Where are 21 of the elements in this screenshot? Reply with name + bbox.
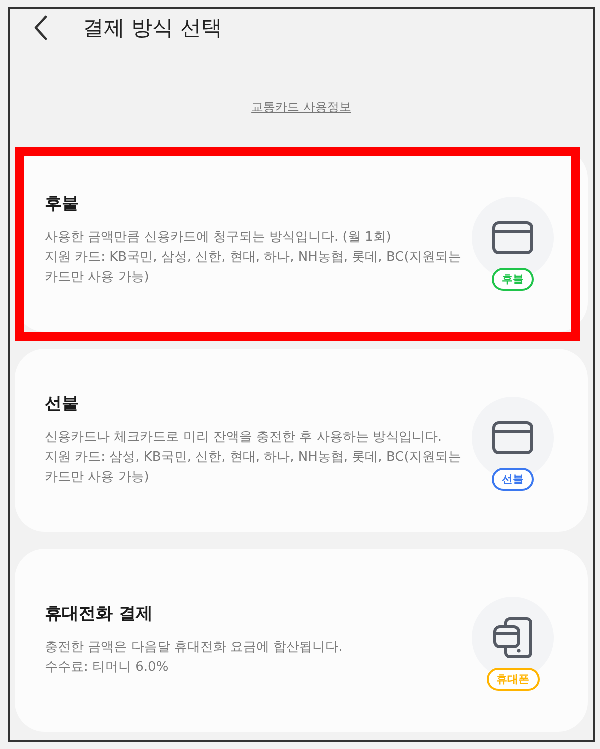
- phone-with-card-icon: [493, 616, 533, 658]
- back-icon: [34, 15, 48, 41]
- option-description: 사용한 금액만큼 신용카드에 청구되는 방식입니다. (월 1회): [45, 229, 392, 247]
- option-description: 지원 카드: KB국민, 삼성, 신한, 현대, 하나, NH농협, 롯데, BC(지원되는 카드만 사용 가능): [45, 249, 462, 287]
- option-title: 선불: [45, 393, 80, 415]
- option-description: 지원 카드: 삼성, KB국민, 신한, 현대, 하나, NH농협, 롯데, BC(지원되는 카드만 사용 가능): [45, 449, 462, 487]
- page-title: 결제 방식 선택: [83, 15, 222, 42]
- option-title: 휴대전화 결제: [45, 603, 154, 625]
- option-description: 충전한 금액은 다음달 휴대전화 요금에 합산됩니다.: [45, 639, 344, 657]
- option-description: 수수료: 티머니 6.0%: [45, 659, 170, 677]
- credit-card-icon: [492, 420, 534, 454]
- transit-card-info-link[interactable]: 교통카드 사용정보: [252, 99, 352, 115]
- option-title: 후불: [45, 193, 80, 215]
- credit-card-icon: [492, 220, 534, 254]
- option-badge: 후불: [492, 268, 534, 290]
- back-button[interactable]: [33, 14, 49, 42]
- option-badge: 휴대폰: [486, 668, 540, 690]
- option-badge: 선불: [492, 468, 534, 490]
- option-description: 신용카드나 체크카드로 미리 잔액을 충전한 후 사용하는 방식입니다.: [45, 429, 444, 447]
- payment-option-card[interactable]: 선불 신용카드나 체크카드로 미리 잔액을 충전한 후 사용하는 방식입니다. 지원 카드: 삼성, KB국민, 신한, 현대, 하나, NH농협, 롯데, BC(지원되는 카드만 사용 가능) 선불: [15, 349, 588, 532]
- payment-option-card[interactable]: 휴대전화 결제 충전한 금액은 다음달 휴대전화 요금에 합산됩니다. 수수료: 티머니 6.0% 휴대폰: [15, 549, 588, 732]
